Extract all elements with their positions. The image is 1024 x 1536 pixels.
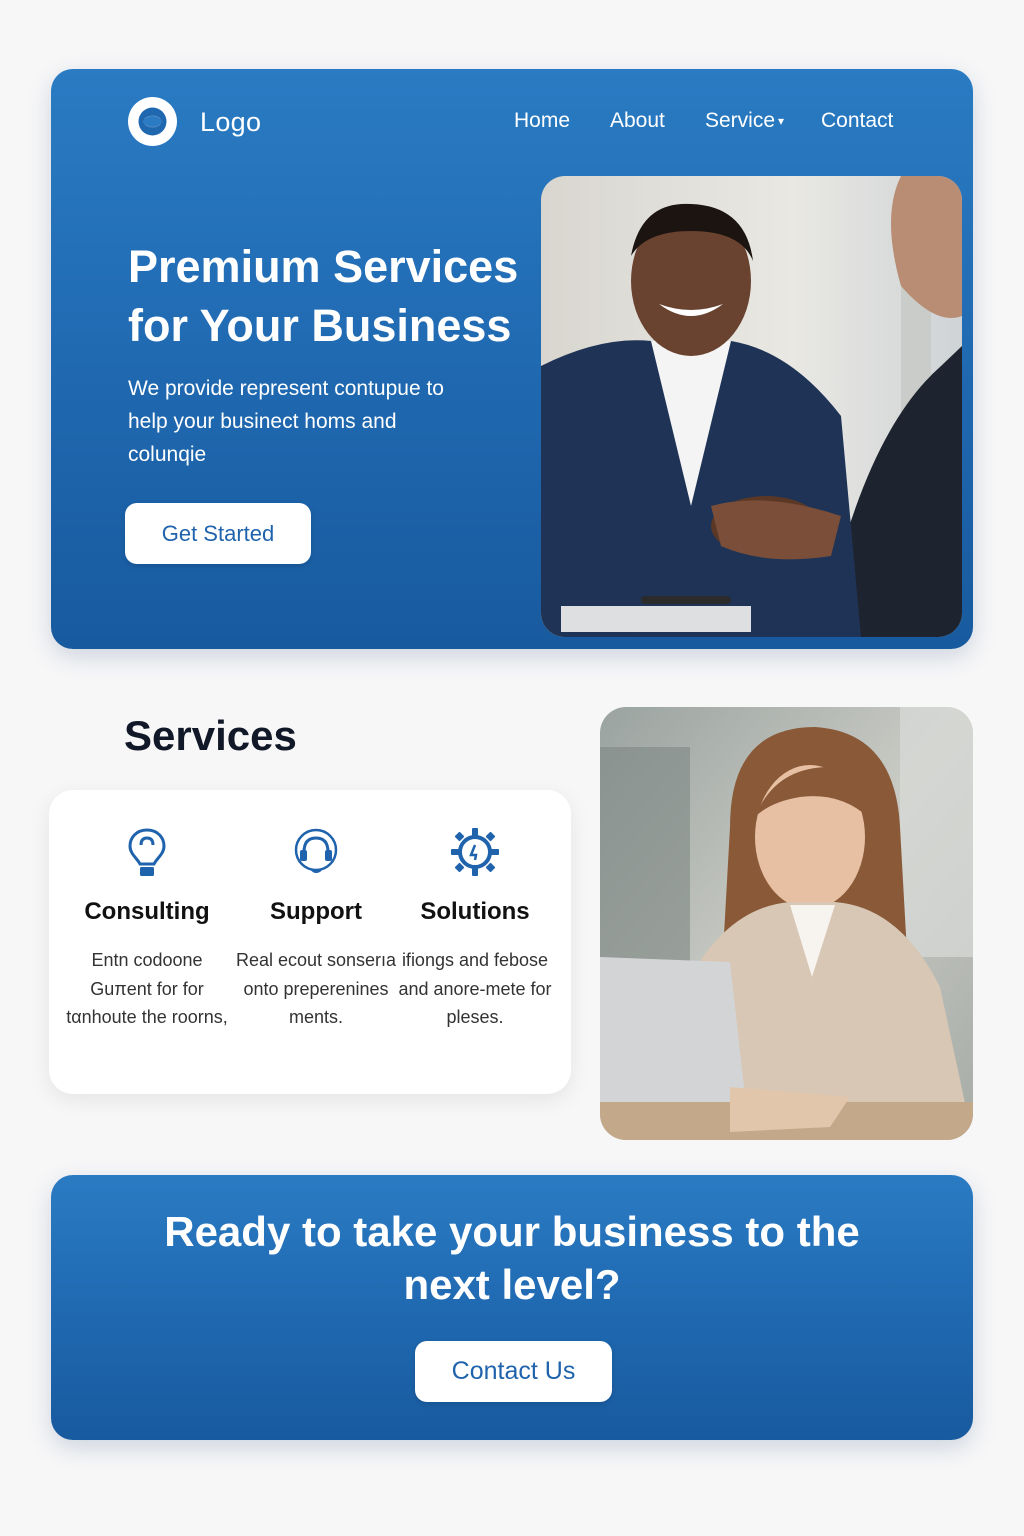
service-name: Solutions bbox=[420, 898, 530, 925]
nav-item-service[interactable]: Service ▾ bbox=[705, 109, 784, 133]
logo-text[interactable]: Logo bbox=[200, 107, 261, 138]
handshake-photo bbox=[541, 176, 962, 637]
cta-title: Ready to take your business to the next … bbox=[164, 1208, 860, 1308]
nav-item-contact[interactable]: Contact bbox=[821, 109, 893, 133]
headset-icon bbox=[294, 828, 338, 873]
service-description: Real ecout sonserıa onto preperenines me… bbox=[235, 950, 397, 1027]
service-description: ifiongs and febose and anore-mete for pl… bbox=[398, 950, 552, 1027]
hero-title: Premium Services for Your Business bbox=[128, 241, 519, 351]
service-name: Support bbox=[270, 898, 362, 925]
services-heading: Services bbox=[124, 712, 297, 759]
gear-icon bbox=[451, 828, 499, 876]
nav-item-about[interactable]: About bbox=[610, 109, 665, 133]
lightbulb-icon bbox=[128, 828, 166, 876]
laptop-woman-photo bbox=[600, 707, 973, 1140]
cta-section: Ready to take your business to the next … bbox=[51, 1175, 973, 1440]
nav-item-home[interactable]: Home bbox=[514, 109, 570, 133]
get-started-button[interactable]: Get Started bbox=[125, 503, 311, 564]
nav-item-service-label: Service bbox=[705, 109, 776, 132]
chevron-down-icon: ▾ bbox=[778, 114, 785, 129]
services-card: Consulting Entn codoone Guπent for for t… bbox=[49, 790, 571, 1094]
hero-description: We provide represent contupue to help yo… bbox=[128, 377, 444, 466]
contact-us-button[interactable]: Contact Us bbox=[415, 1341, 612, 1402]
service-description: Entn codoone Guπent for for tαnhoute the… bbox=[66, 950, 228, 1027]
logo-icon[interactable] bbox=[128, 97, 177, 146]
service-name: Consulting bbox=[84, 898, 210, 925]
hero-section: Logo Home About Service ▾ Contact Premium… bbox=[51, 69, 973, 649]
